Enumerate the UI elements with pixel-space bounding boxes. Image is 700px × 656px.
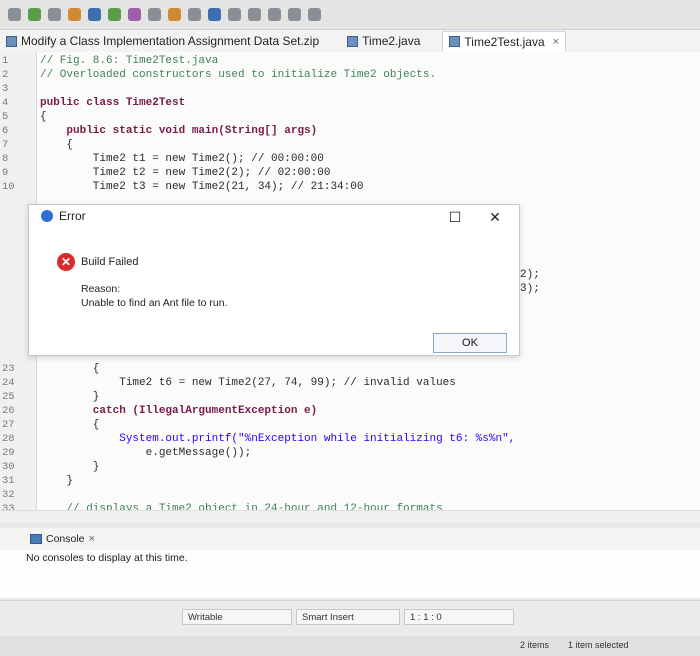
line-number: 2 [2, 69, 9, 81]
selected-count: 1 item selected [568, 640, 629, 650]
build-status: ✕ Build Failed [57, 253, 138, 271]
console-icon [30, 534, 42, 544]
code-line[interactable]: Time2 t1 = new Time2(); // 00:00:00 [40, 152, 324, 166]
show-whitespace-icon[interactable] [208, 8, 221, 21]
code-line[interactable]: e.getMessage()); [40, 446, 252, 460]
tab-time2test[interactable]: Time2Test.java × [442, 30, 567, 52]
line-number: 25 [2, 391, 15, 403]
editor-tabs: Modify a Class Implementation Assignment… [0, 30, 700, 52]
search-icon[interactable] [88, 8, 101, 21]
ok-button[interactable]: OK [433, 333, 507, 353]
annotation-icon[interactable] [148, 8, 161, 21]
previous-annotation-icon[interactable] [248, 8, 261, 21]
console-header: Console × [0, 528, 700, 550]
code-line[interactable]: { [40, 362, 100, 376]
code-line[interactable]: Time2 t3 = new Time2(21, 34); // 21:34:0… [40, 180, 364, 194]
cursor-position: 1 : 1 : 0 [404, 609, 514, 625]
tab-label: Time2Test.java [464, 34, 545, 49]
code-line[interactable]: } [40, 390, 100, 404]
build-icon[interactable] [68, 8, 81, 21]
items-count: 2 items [520, 640, 550, 650]
line-number: 7 [2, 139, 9, 151]
line-number: 8 [2, 153, 9, 165]
close-icon[interactable]: × [553, 36, 559, 48]
code-line[interactable]: // Fig. 8.6: Time2Test.java [40, 54, 218, 68]
explorer-footer: 2 items 1 item selected [0, 636, 700, 656]
code-line[interactable]: public static void main(String[] args) [40, 124, 317, 138]
line-number: 32 [2, 489, 15, 501]
dialog-title: Error [59, 209, 86, 223]
java-file-icon [347, 35, 359, 47]
status-bar: Writable Smart Insert 1 : 1 : 0 [0, 600, 700, 637]
pin-editor-icon[interactable] [308, 8, 321, 21]
console-body: No consoles to display at this time. [0, 550, 700, 598]
tab-label: Modify a Class Implementation Assignment… [21, 34, 320, 48]
line-number: 9 [2, 167, 9, 179]
code-line[interactable]: Time2 t6 = new Time2(27, 74, 99); // inv… [40, 376, 456, 390]
new-icon[interactable] [8, 8, 21, 21]
line-number: 10 [2, 181, 15, 193]
line-number: 28 [2, 433, 15, 445]
maximize-icon[interactable]: ☐ [447, 209, 463, 226]
error-icon [41, 210, 53, 222]
reason-label: Reason: [81, 283, 121, 295]
line-number: 24 [2, 377, 15, 389]
horizontal-scrollbar[interactable] [0, 510, 700, 523]
insert-mode-status: Smart Insert [296, 609, 400, 625]
line-number: 31 [2, 475, 15, 487]
line-number: 26 [2, 405, 15, 417]
format-icon[interactable] [188, 8, 201, 21]
debug-icon[interactable] [48, 8, 61, 21]
open-task-icon[interactable] [128, 8, 141, 21]
code-line[interactable]: } [40, 460, 100, 474]
line-number: 23 [2, 363, 15, 375]
code-line[interactable]: } [40, 474, 73, 488]
line-number: 1 [2, 55, 9, 67]
code-line[interactable]: // Overloaded constructors used to initi… [40, 68, 436, 82]
writable-status: Writable [182, 609, 292, 625]
main-toolbar [0, 0, 700, 30]
code-line[interactable]: public class Time2Test [40, 96, 185, 110]
next-annotation-icon[interactable] [228, 8, 241, 21]
close-icon[interactable]: × [89, 533, 95, 545]
partial-code-right-2: 3); [520, 283, 540, 295]
forward-icon[interactable] [288, 8, 301, 21]
console-message: No consoles to display at this time. [26, 552, 188, 564]
java-file-icon [449, 36, 461, 47]
error-x-icon: ✕ [57, 253, 75, 271]
code-line[interactable]: { [40, 110, 47, 124]
line-number: 4 [2, 97, 9, 109]
code-line[interactable]: Time2 t2 = new Time2(2); // 02:00:00 [40, 166, 331, 180]
error-dialog: Error ☐ ✕ ✕ Build Failed Reason: Unable … [28, 204, 520, 356]
reason-text: Unable to find an Ant file to run. [81, 297, 228, 309]
line-number: 5 [2, 111, 9, 123]
tab-time2[interactable]: Time2.java [341, 34, 420, 48]
tab-label: Time2.java [362, 34, 421, 48]
code-line[interactable]: System.out.printf("%nException while ini… [40, 432, 515, 446]
close-icon[interactable]: ✕ [487, 209, 503, 226]
dialog-title-bar: Error [29, 205, 519, 227]
line-number: 27 [2, 419, 15, 431]
toggle-mark-icon[interactable] [168, 8, 181, 21]
tab-zip[interactable]: Modify a Class Implementation Assignment… [0, 34, 319, 48]
code-line[interactable]: { [40, 418, 100, 432]
code-line[interactable]: { [40, 138, 73, 152]
console-tab-label[interactable]: Console [46, 533, 85, 545]
line-number: 30 [2, 461, 15, 473]
build-heading: Build Failed [81, 256, 139, 268]
line-number: 6 [2, 125, 9, 137]
zip-file-icon [6, 35, 17, 47]
line-number: 29 [2, 447, 15, 459]
run-icon[interactable] [28, 8, 41, 21]
open-type-icon[interactable] [108, 8, 121, 21]
line-number: 3 [2, 83, 9, 95]
code-line[interactable]: catch (IllegalArgumentException e) [40, 404, 317, 418]
back-icon[interactable] [268, 8, 281, 21]
partial-code-right-1: 2); [520, 269, 540, 281]
